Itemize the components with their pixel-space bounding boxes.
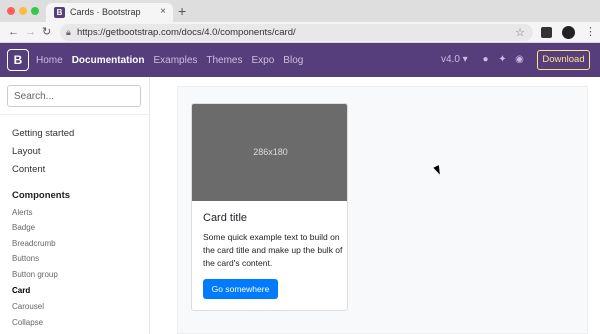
sidebar-item-badge[interactable]: Badge	[12, 223, 35, 232]
card-image-placeholder: 286x180	[192, 104, 347, 201]
nav-link-expo[interactable]: Expo	[252, 55, 275, 66]
nav-link-blog[interactable]: Blog	[283, 55, 303, 66]
main-content: 286x180 Card title Some quick example te…	[150, 77, 600, 334]
card-text: Some quick example text to build on the …	[203, 232, 343, 268]
card: 286x180 Card title Some quick example te…	[191, 103, 348, 311]
nav-link-examples[interactable]: Examples	[153, 55, 197, 66]
search-input[interactable]	[7, 85, 141, 107]
tab-close-icon[interactable]: ×	[160, 6, 166, 18]
sidebar-item-alerts[interactable]: Alerts	[12, 208, 32, 217]
sidebar-section-components[interactable]: Components	[12, 190, 70, 201]
sidebar-item-collapse[interactable]: Collapse	[12, 318, 43, 327]
site-navbar: B Home Documentation Examples Themes Exp…	[0, 43, 600, 77]
reload-icon[interactable]: ↻	[42, 25, 51, 39]
browser-toolbar: ← → ↻ 🔒︎ https://getbootstrap.com/docs/4…	[0, 22, 600, 43]
menu-kebab-icon[interactable]: ⋮	[585, 25, 596, 39]
close-window-button[interactable]	[7, 7, 15, 15]
version-dropdown[interactable]: v4.0 ▾	[441, 54, 468, 65]
docs-sidebar: Getting started Layout Content Component…	[0, 77, 150, 334]
go-somewhere-button[interactable]: Go somewhere	[203, 279, 278, 299]
lock-icon: 🔒︎	[66, 27, 71, 37]
minimize-window-button[interactable]	[19, 7, 27, 15]
url-text[interactable]: https://getbootstrap.com/docs/4.0/compon…	[77, 27, 296, 38]
card-image-label: 286x180	[253, 147, 288, 157]
new-tab-icon[interactable]: +	[178, 4, 186, 18]
example-area: 286x180 Card title Some quick example te…	[177, 86, 588, 334]
sidebar-item-breadcrumb[interactable]: Breadcrumb	[12, 239, 56, 248]
nav-link-home[interactable]: Home	[36, 55, 63, 66]
maximize-window-button[interactable]	[31, 7, 39, 15]
sidebar-item-card[interactable]: Card	[12, 286, 30, 295]
forward-arrow-icon[interactable]: →	[25, 25, 36, 39]
nav-link-themes[interactable]: Themes	[206, 55, 242, 66]
sidebar-item-buttons[interactable]: Buttons	[12, 254, 39, 263]
sidebar-item-button-group[interactable]: Button group	[12, 270, 58, 279]
sidebar-item-carousel[interactable]: Carousel	[12, 302, 44, 311]
extension-icon[interactable]	[541, 27, 552, 38]
sidebar-item-getting-started[interactable]: Getting started	[12, 128, 74, 139]
browser-tab-bar: B Cards · Bootstrap × +	[0, 0, 600, 22]
slack-icon[interactable]: ◉	[514, 54, 525, 65]
profile-avatar-icon[interactable]	[562, 26, 575, 39]
sidebar-item-layout[interactable]: Layout	[12, 146, 41, 157]
download-button[interactable]: Download	[537, 50, 590, 70]
nav-link-documentation[interactable]: Documentation	[72, 55, 145, 66]
browser-tab[interactable]: B Cards · Bootstrap ×	[46, 3, 173, 22]
sidebar-item-content[interactable]: Content	[12, 164, 45, 175]
twitter-icon[interactable]: ✦	[497, 54, 508, 65]
card-title: Card title	[203, 212, 248, 224]
bootstrap-logo[interactable]: B	[7, 49, 29, 71]
address-bar[interactable]: 🔒︎ https://getbootstrap.com/docs/4.0/com…	[60, 24, 533, 41]
bootstrap-favicon-icon: B	[54, 7, 65, 18]
nav-links: Home Documentation Examples Themes Expo …	[36, 43, 312, 77]
back-arrow-icon[interactable]: ←	[8, 25, 19, 39]
star-icon[interactable]: ☆	[515, 26, 525, 39]
sidebar-divider	[0, 114, 150, 115]
github-icon[interactable]: ●	[480, 54, 491, 65]
tab-title: Cards · Bootstrap	[70, 7, 141, 17]
